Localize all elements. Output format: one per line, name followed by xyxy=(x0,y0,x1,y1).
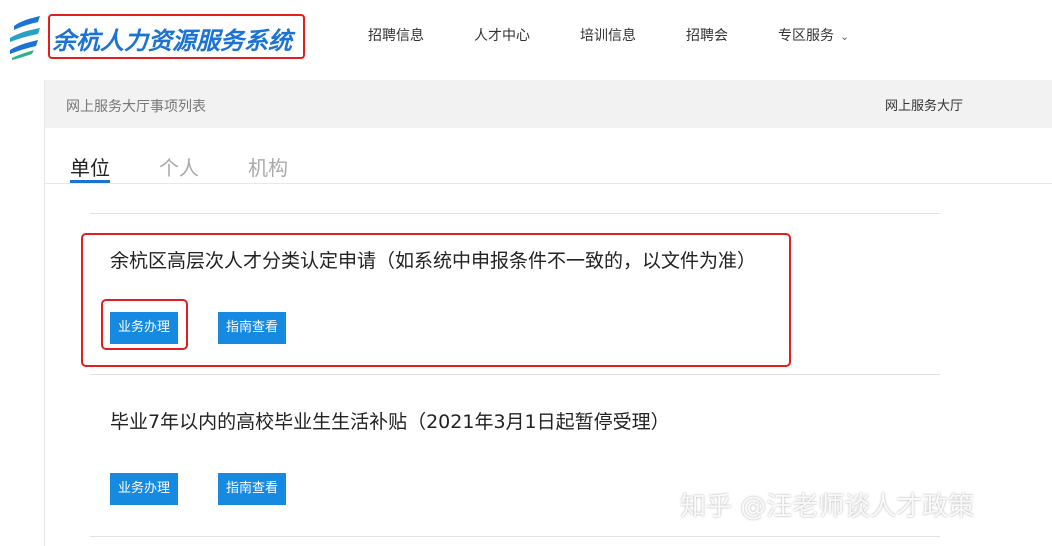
list-divider xyxy=(90,536,940,537)
nav-item-special-services[interactable]: 专区服务 ⌄ xyxy=(778,25,849,45)
nav-item-training[interactable]: 培训信息 xyxy=(580,25,636,45)
business-handle-button[interactable]: 业务办理 xyxy=(110,312,178,344)
tab-individual[interactable]: 个人 xyxy=(159,152,199,181)
service-title: 毕业7年以内的高校毕业生生活补贴（2021年3月1日起暂停受理） xyxy=(110,411,670,433)
watermark: 知乎 @汪老师谈人才政策 xyxy=(680,492,975,522)
tab-institution[interactable]: 机构 xyxy=(248,152,288,181)
list-divider xyxy=(90,213,940,214)
site-logo-title[interactable]: 余杭人力资源服务系统 xyxy=(52,21,292,56)
category-tabs: 单位 个人 机构 xyxy=(45,140,1052,184)
page-title: 网上服务大厅事项列表 xyxy=(66,99,206,115)
business-handle-button[interactable]: 业务办理 xyxy=(110,473,178,505)
active-tab-indicator xyxy=(70,180,110,183)
tab-unit[interactable]: 单位 xyxy=(70,152,110,181)
breadcrumb: 网上服务大厅事项列表 网上服务大厅 xyxy=(45,80,1052,128)
service-title: 余杭区高层次人才分类认定申请（如系统中申报条件不一致的，以文件为准） xyxy=(110,250,757,272)
nav-item-special-services-label: 专区服务 xyxy=(778,28,834,44)
nav-item-recruitment[interactable]: 招聘信息 xyxy=(368,25,424,45)
main-content: 网上服务大厅事项列表 网上服务大厅 单位 个人 机构 余杭区高层次人才分类认定申… xyxy=(44,80,1052,546)
nav-item-job-fair[interactable]: 招聘会 xyxy=(686,25,728,45)
site-header: 余杭人力资源服务系统 招聘信息 人才中心 培训信息 招聘会 专区服务 ⌄ xyxy=(0,0,1052,80)
logo-icon[interactable] xyxy=(8,14,42,60)
list-divider xyxy=(90,374,940,375)
breadcrumb-link-service-hall[interactable]: 网上服务大厅 xyxy=(885,95,963,114)
nav-item-talent-center[interactable]: 人才中心 xyxy=(474,25,530,45)
guide-view-button[interactable]: 指南查看 xyxy=(218,312,286,344)
guide-view-button[interactable]: 指南查看 xyxy=(218,473,286,505)
chevron-down-icon: ⌄ xyxy=(840,30,850,43)
